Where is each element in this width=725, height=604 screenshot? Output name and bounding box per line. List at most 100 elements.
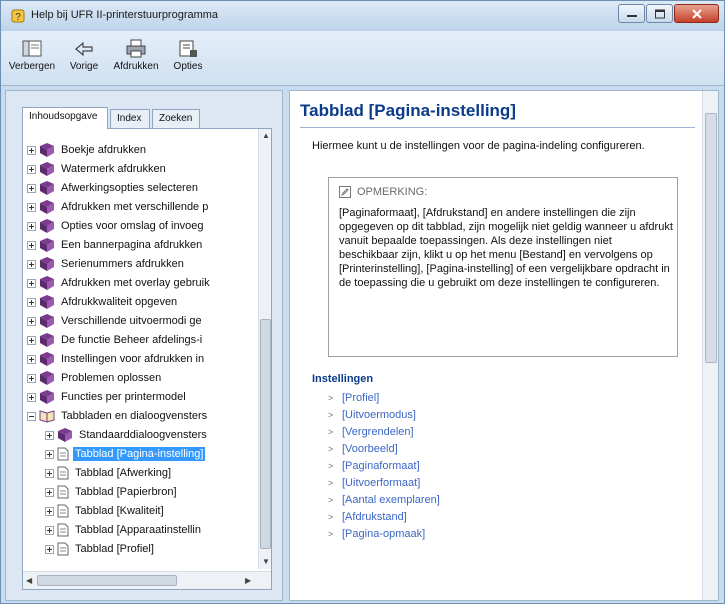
print-button[interactable]: Afdrukken [111, 33, 161, 81]
settings-link[interactable]: > [Voorbeeld] [328, 440, 398, 457]
page-icon [57, 485, 69, 499]
settings-link[interactable]: > [Uitvoerformaat] [328, 474, 420, 491]
tree-item-label: Afdrukken met verschillende p [61, 201, 209, 213]
tree-item-label: Watermerk afdrukken [61, 163, 166, 175]
settings-link[interactable]: > [Vergrendelen] [328, 423, 414, 440]
back-button[interactable]: Vorige [63, 33, 105, 81]
tree-item[interactable]: Standaarddialoogvensters [45, 426, 209, 444]
scroll-down-icon[interactable]: ▼ [262, 557, 270, 566]
tree-item[interactable]: Instellingen voor afdrukken in [27, 350, 206, 368]
expand-icon[interactable] [45, 506, 54, 516]
scroll-right-icon[interactable]: ▶ [245, 576, 251, 585]
tree-item[interactable]: Tabblad [Papierbron] [45, 483, 179, 501]
tree-item[interactable]: Afdrukkwaliteit opgeven [27, 293, 179, 311]
tree-item[interactable]: De functie Beheer afdelings-i [27, 331, 204, 349]
tree-item[interactable]: Opties voor omslag of invoeg [27, 217, 205, 235]
expand-icon[interactable] [27, 392, 36, 402]
settings-link[interactable]: > [Profiel] [328, 389, 379, 406]
tree-item[interactable]: Afdrukken met overlay gebruik [27, 274, 212, 292]
close-icon [691, 8, 702, 19]
heading-divider [300, 127, 695, 128]
tree-item[interactable]: Serienummers afdrukken [27, 255, 186, 273]
minimize-button[interactable] [618, 4, 645, 23]
expand-icon[interactable] [27, 335, 36, 345]
tree-item-expanded[interactable]: Tabbladen en dialoogvensters [27, 407, 209, 425]
tree-item-label: Instellingen voor afdrukken in [61, 353, 205, 365]
scroll-up-icon[interactable]: ▲ [262, 131, 270, 140]
tree-item-label: Standaarddialoogvensters [79, 429, 207, 441]
tree-vertical-scrollbar[interactable]: ▲ ▼ [258, 129, 271, 569]
expand-icon[interactable] [45, 468, 54, 478]
settings-link-label: [Uitvoermodus] [342, 408, 416, 421]
help-window: ? Help bij UFR II-printerstuurprogramma … [0, 0, 725, 604]
expand-icon[interactable] [45, 487, 54, 497]
expand-icon[interactable] [27, 278, 36, 288]
expand-icon[interactable] [27, 221, 36, 231]
tree-scroll-thumb[interactable] [260, 319, 271, 549]
expand-icon[interactable] [27, 297, 36, 307]
tree-item[interactable]: Watermerk afdrukken [27, 160, 168, 178]
book-icon [40, 390, 54, 404]
expand-icon[interactable] [27, 373, 36, 383]
settings-link[interactable]: > [Paginaformaat] [328, 457, 420, 474]
tree-item[interactable]: Tabblad [Afwerking] [45, 464, 173, 482]
tree-item[interactable]: Afdrukken met verschillende p [27, 198, 210, 216]
close-button[interactable] [674, 4, 719, 23]
page-icon [57, 466, 69, 480]
tree-item-label: Tabblad [Profiel] [75, 543, 154, 555]
expand-icon[interactable] [27, 145, 36, 155]
tree-item[interactable]: Verschillende uitvoermodi ge [27, 312, 204, 330]
tree-item[interactable]: Een bannerpagina afdrukken [27, 236, 204, 254]
options-button[interactable]: Opties [167, 33, 209, 81]
tab-index[interactable]: Index [110, 109, 150, 129]
topic-vertical-scrollbar[interactable] [702, 91, 718, 600]
contents-tree: Boekje afdrukken Watermerk afdrukken Afw… [22, 128, 272, 590]
tab-contents[interactable]: Inhoudsopgave [22, 107, 108, 129]
tree-item-label: Tabblad [Pagina-instelling] [73, 447, 206, 461]
note-box: OPMERKING: [Paginaformaat], [Afdrukstand… [328, 177, 678, 357]
expand-icon[interactable] [27, 316, 36, 326]
tree-item[interactable]: Tabblad [Kwaliteit] [45, 502, 166, 520]
toolbar: Verbergen Vorige Afdrukken Opties [1, 31, 724, 86]
chevron-right-icon: > [328, 443, 334, 454]
tree-item[interactable]: Problemen oplossen [27, 369, 163, 387]
maximize-button[interactable] [646, 4, 673, 23]
tree-item[interactable]: Functies per printermodel [27, 388, 188, 406]
tree-hscroll-thumb[interactable] [37, 575, 177, 586]
topic-intro: Hiermee kunt u de instellingen voor de p… [312, 140, 645, 152]
expand-icon[interactable] [45, 449, 54, 459]
tree-item-label: Afdrukkwaliteit opgeven [61, 296, 178, 308]
hide-button[interactable]: Verbergen [7, 33, 57, 81]
book-icon [40, 295, 54, 309]
tab-search[interactable]: Zoeken [152, 109, 200, 129]
tree-item-selected[interactable]: Tabblad [Pagina-instelling] [45, 445, 206, 463]
expand-icon[interactable] [45, 544, 54, 554]
open-book-icon [39, 410, 55, 423]
expand-icon[interactable] [27, 240, 36, 250]
tree-horizontal-scrollbar[interactable]: ◀ ▶ [23, 571, 271, 589]
tree-item-label: Problemen oplossen [61, 372, 162, 384]
scroll-left-icon[interactable]: ◀ [26, 576, 32, 585]
collapse-icon[interactable] [27, 411, 36, 421]
settings-heading: Instellingen [312, 373, 374, 385]
expand-icon[interactable] [45, 525, 54, 535]
expand-icon[interactable] [27, 259, 36, 269]
tree-item-label: Een bannerpagina afdrukken [61, 239, 203, 251]
settings-link[interactable]: > [Uitvoermodus] [328, 406, 416, 423]
expand-icon[interactable] [27, 202, 36, 212]
expand-icon[interactable] [27, 164, 36, 174]
expand-icon[interactable] [45, 430, 54, 440]
note-body: [Paginaformaat], [Afdrukstand] en andere… [339, 207, 673, 289]
settings-link[interactable]: > [Aantal exemplaren] [328, 491, 440, 508]
expand-icon[interactable] [27, 183, 36, 193]
tree-item[interactable]: Tabblad [Profiel] [45, 540, 156, 558]
tree-item[interactable]: Boekje afdrukken [27, 141, 148, 159]
topic-scroll-thumb[interactable] [705, 113, 717, 363]
settings-link[interactable]: > [Pagina-opmaak] [328, 525, 425, 542]
tree-item[interactable]: Tabblad [Apparaatinstellin [45, 521, 203, 539]
settings-link[interactable]: > [Afdrukstand] [328, 508, 407, 525]
tree-item[interactable]: Afwerkingsopties selecteren [27, 179, 200, 197]
window-title: Help bij UFR II-printerstuurprogramma [31, 9, 219, 21]
expand-icon[interactable] [27, 354, 36, 364]
minimize-icon [626, 14, 637, 17]
